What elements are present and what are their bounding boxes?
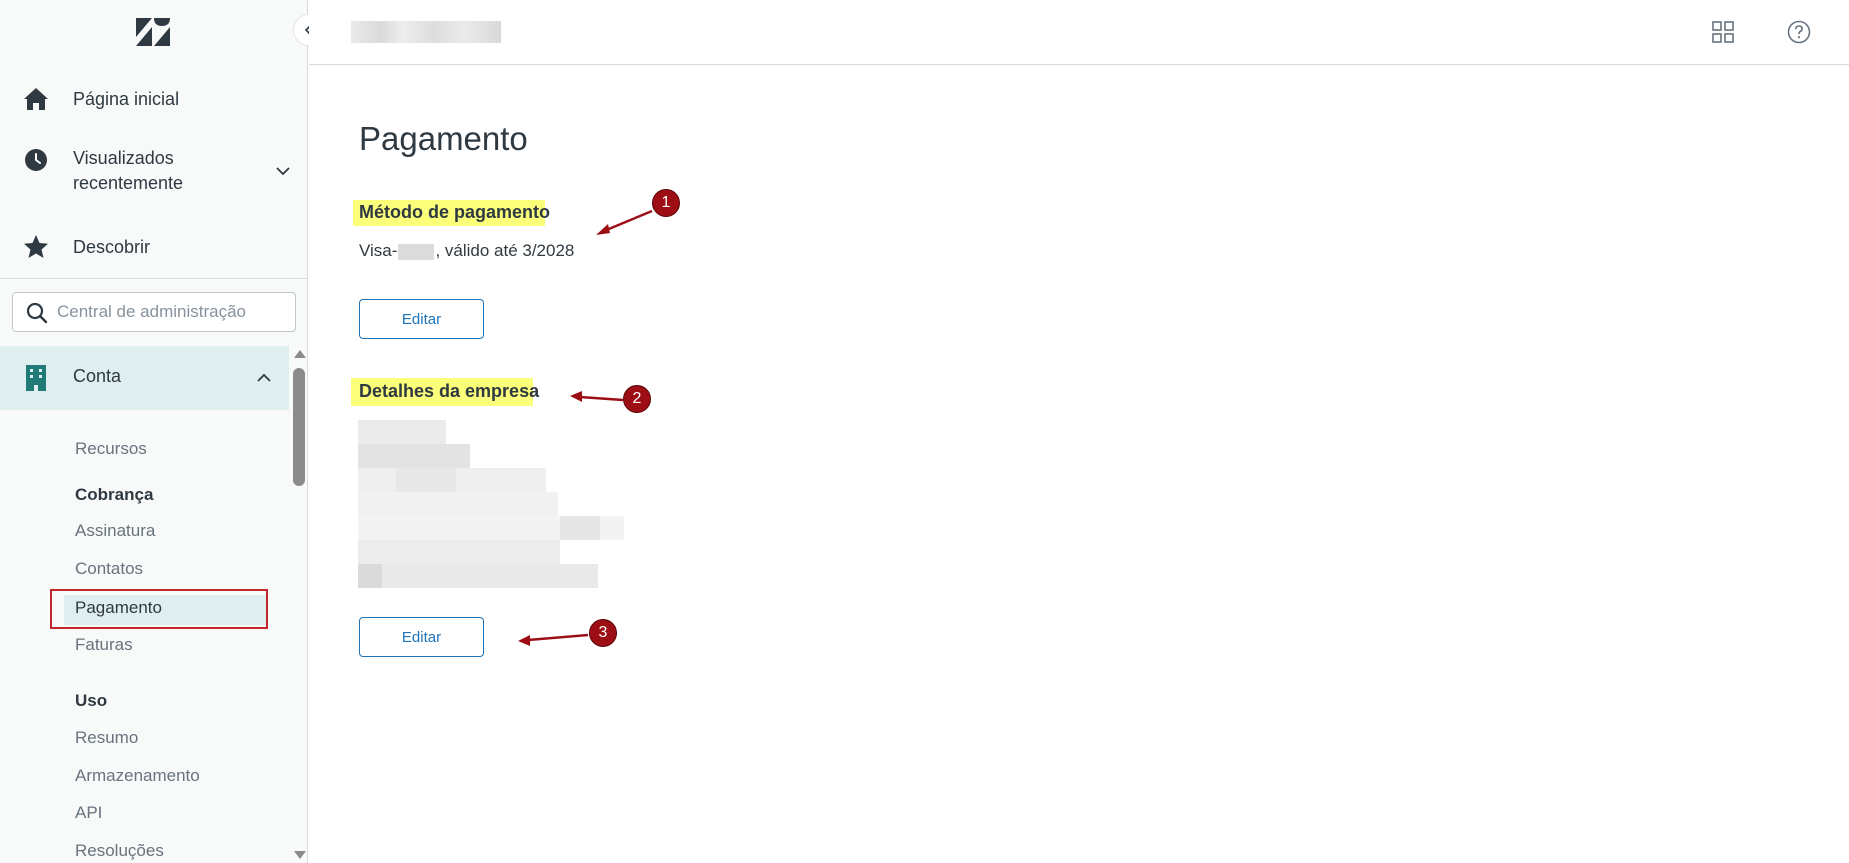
- nav-discover-label: Descobrir: [73, 236, 151, 257]
- top-header: [309, 0, 1849, 65]
- search-input[interactable]: [57, 299, 285, 325]
- home-icon: [22, 85, 50, 113]
- edit-payment-button[interactable]: Editar: [359, 299, 484, 339]
- sidebar-item-contatos[interactable]: Contatos: [75, 558, 143, 580]
- sidebar-group-cobranca: Cobrança: [75, 485, 154, 504]
- sidebar-item-conta-label: Conta: [73, 366, 122, 386]
- sidebar: Página inicial Visualizados recentemente…: [0, 0, 308, 863]
- edit-company-button[interactable]: Editar: [359, 617, 484, 657]
- company-details-heading: Detalhes da empresa: [359, 381, 540, 401]
- nav-recent-line1: Visualizados: [73, 148, 174, 168]
- sidebar-item-assinatura[interactable]: Assinatura: [75, 520, 155, 542]
- nav-recent-label: Visualizados recentemente: [73, 146, 183, 196]
- redacted-account-name: [351, 21, 501, 43]
- chevron-up-icon[interactable]: [255, 369, 273, 387]
- page-title: Pagamento: [359, 120, 528, 157]
- clock-icon: [22, 146, 50, 174]
- sidebar-item-resumo[interactable]: Resumo: [75, 727, 138, 749]
- redacted-card-number: [398, 243, 435, 260]
- sidebar-item-resolucoes[interactable]: Resoluções: [75, 840, 164, 862]
- card-prefix: Visa-: [359, 241, 398, 260]
- arrow-3: [518, 633, 589, 646]
- sidebar-item-pagamento[interactable]: Pagamento: [50, 589, 268, 629]
- scroll-thumb[interactable]: [293, 368, 305, 486]
- annotation-badge-3: 3: [589, 619, 617, 647]
- star-icon: [22, 233, 50, 261]
- building-icon: [26, 365, 46, 391]
- sidebar-item-api[interactable]: API: [75, 802, 102, 824]
- admin-search[interactable]: [12, 292, 296, 332]
- sidebar-divider: [0, 278, 307, 279]
- nav-recent-line2: recentemente: [73, 173, 184, 193]
- arrow-1: [596, 209, 653, 235]
- scroll-up-arrow[interactable]: [294, 350, 306, 358]
- nav-recent[interactable]: Visualizados recentemente: [0, 146, 290, 196]
- zendesk-logo[interactable]: [136, 18, 170, 46]
- payment-method-heading: Método de pagamento: [359, 202, 551, 222]
- sidebar-item-faturas[interactable]: Faturas: [75, 634, 133, 656]
- arrow-2: [570, 391, 624, 402]
- card-info: Visa- , válido até 3/2028: [359, 241, 574, 261]
- scroll-down-arrow[interactable]: [294, 851, 306, 859]
- search-icon: [26, 302, 48, 324]
- nav-discover[interactable]: Descobrir: [0, 232, 290, 262]
- sidebar-item-conta[interactable]: Conta: [0, 346, 289, 410]
- sidebar-item-armazenamento[interactable]: Armazenamento: [75, 765, 200, 787]
- chevron-down-icon[interactable]: [274, 162, 292, 180]
- nav-home-label: Página inicial: [73, 88, 180, 109]
- sidebar-item-recursos[interactable]: Recursos: [75, 438, 147, 460]
- nav-home[interactable]: Página inicial: [0, 84, 290, 114]
- card-expiry: , válido até 3/2028: [435, 241, 575, 260]
- sidebar-scrollbar[interactable]: [290, 346, 307, 863]
- help-icon[interactable]: [1785, 18, 1813, 46]
- annotation-badge-2: 2: [623, 385, 651, 413]
- annotation-badge-1: 1: [652, 189, 680, 217]
- sidebar-item-pagamento-label: Pagamento: [75, 598, 162, 617]
- sidebar-group-uso: Uso: [75, 691, 108, 710]
- grid-icon[interactable]: [1709, 18, 1737, 46]
